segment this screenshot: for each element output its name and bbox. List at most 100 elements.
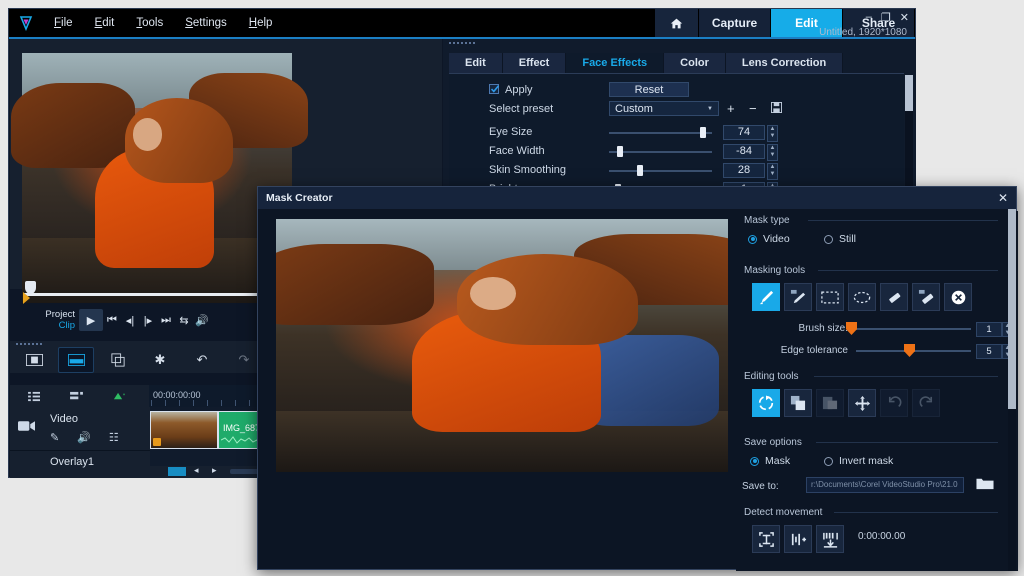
- clear-mask-icon[interactable]: [944, 283, 972, 311]
- skin-smoothing-spinner[interactable]: ▲ ▼: [767, 163, 778, 180]
- track-header-video[interactable]: Video ✎ 🔊 ☷: [10, 407, 150, 451]
- menu-settings[interactable]: Settings: [174, 9, 238, 37]
- track-header-overlay1[interactable]: Overlay1: [10, 451, 150, 478]
- options-scrollbar-thumb[interactable]: [905, 75, 913, 111]
- edge-tolerance-value[interactable]: 5: [976, 344, 1002, 359]
- face-width-spinner[interactable]: ▲ ▼: [767, 144, 778, 161]
- menu-tools[interactable]: Tools: [125, 9, 174, 37]
- reset-button[interactable]: Reset: [609, 82, 689, 97]
- chevron-down-icon[interactable]: ▼: [707, 106, 713, 112]
- face-width-value[interactable]: -84: [723, 144, 765, 159]
- transform-icon[interactable]: [752, 389, 780, 417]
- eye-size-label: Eye Size: [489, 126, 533, 138]
- tools-icon[interactable]: ✱: [142, 347, 178, 373]
- options-tab-edit[interactable]: Edit: [449, 53, 503, 73]
- close-icon[interactable]: ✕: [998, 191, 1008, 205]
- volume-button[interactable]: 🔊: [193, 311, 211, 329]
- eye-size-spinner[interactable]: ▲ ▼: [767, 125, 778, 142]
- options-tab-effect[interactable]: Effect: [502, 53, 567, 73]
- paste-icon[interactable]: [816, 389, 844, 417]
- options-tab-lens-correction[interactable]: Lens Correction: [725, 53, 844, 73]
- undo-icon[interactable]: ↶: [184, 347, 220, 373]
- restore-icon[interactable]: ❐: [881, 11, 891, 24]
- mask-dialog-titlebar[interactable]: Mask Creator: [258, 187, 1016, 209]
- scrubber-trim-marker[interactable]: [23, 292, 30, 304]
- storyboard-view-button[interactable]: [16, 347, 52, 373]
- timeline-clip-image[interactable]: [150, 411, 218, 449]
- face-width-track[interactable]: [609, 151, 712, 153]
- apply-checkbox[interactable]: [489, 84, 499, 94]
- save-mask-radio[interactable]: Mask: [750, 455, 790, 467]
- close-icon[interactable]: ✕: [900, 11, 909, 24]
- scroll-left-icon[interactable]: ◂: [194, 465, 199, 476]
- smart-eraser-icon[interactable]: [912, 283, 940, 311]
- apply-detect-icon[interactable]: [816, 525, 844, 553]
- eye-size-track[interactable]: [609, 132, 712, 134]
- ellipse-select-icon[interactable]: [848, 283, 876, 311]
- edit-icon[interactable]: ✎: [50, 431, 59, 444]
- go-to-end-button[interactable]: ⏭: [157, 311, 175, 329]
- redo-icon[interactable]: [912, 389, 940, 417]
- slider-row-skin-smoothing: Skin Smoothing 28 ▲ ▼: [457, 162, 897, 180]
- track-manager-icon[interactable]: [16, 383, 52, 409]
- options-tab-face-effects[interactable]: Face Effects: [566, 53, 665, 73]
- copy-icon[interactable]: [784, 389, 812, 417]
- detect-movement-title: Detect movement: [744, 507, 823, 518]
- smart-brush-icon[interactable]: [784, 283, 812, 311]
- move-icon[interactable]: [848, 389, 876, 417]
- dialog-scrollbar-thumb[interactable]: [1008, 209, 1016, 409]
- brush-icon[interactable]: [752, 283, 780, 311]
- markers-icon[interactable]: [58, 383, 94, 409]
- face-width-label: Face Width: [489, 145, 545, 157]
- loop-button[interactable]: ⇆: [175, 311, 193, 329]
- add-preset-icon[interactable]: +: [727, 101, 735, 116]
- eye-size-value[interactable]: 74: [723, 125, 765, 140]
- home-button[interactable]: [655, 9, 699, 37]
- eraser-icon[interactable]: [880, 283, 908, 311]
- brush-size-value[interactable]: 1: [976, 322, 1002, 337]
- volume-icon[interactable]: 🔊: [77, 431, 91, 444]
- play-button[interactable]: ▶: [79, 309, 103, 331]
- scroll-right-icon[interactable]: ▸: [212, 465, 217, 476]
- menu-edit[interactable]: Edit: [84, 9, 126, 37]
- face-width-thumb[interactable]: [617, 146, 623, 157]
- preview-scrubber[interactable]: [23, 281, 287, 304]
- clip-label[interactable]: Clip: [23, 320, 75, 331]
- next-frame-button[interactable]: |▸: [139, 311, 157, 329]
- tab-capture[interactable]: Capture: [699, 9, 771, 37]
- previous-frame-button[interactable]: ◂|: [121, 311, 139, 329]
- project-label[interactable]: Project: [23, 309, 75, 320]
- project-clip-toggle[interactable]: Project Clip: [23, 309, 79, 331]
- fx-icon[interactable]: ☷: [109, 431, 119, 444]
- save-path-field[interactable]: r:\Documents\Corel VideoStudio Pro\21.0: [806, 477, 964, 493]
- detect-range-icon[interactable]: [784, 525, 812, 553]
- go-to-start-button[interactable]: ⏮: [103, 311, 121, 329]
- timeline-zoom-indicator[interactable]: [168, 467, 186, 476]
- eye-size-thumb[interactable]: [700, 127, 706, 138]
- mask-preview-image[interactable]: [276, 219, 728, 472]
- folder-icon[interactable]: [976, 476, 994, 491]
- undo-icon[interactable]: [880, 389, 908, 417]
- invert-mask-radio[interactable]: Invert mask: [824, 455, 893, 467]
- skin-smoothing-value[interactable]: 28: [723, 163, 765, 178]
- remove-preset-icon[interactable]: −: [749, 101, 757, 116]
- timeline-view-button[interactable]: [58, 347, 94, 373]
- save-preset-icon[interactable]: [771, 102, 782, 113]
- menu-help[interactable]: Help: [238, 9, 284, 37]
- mask-type-video-radio[interactable]: Video: [748, 233, 790, 245]
- detect-frame-icon[interactable]: [752, 525, 780, 553]
- skin-smoothing-track[interactable]: [609, 170, 712, 172]
- add-marker-icon[interactable]: [100, 383, 136, 409]
- detect-movement-time[interactable]: 0:00:00.00: [858, 531, 905, 542]
- mix-view-button[interactable]: [100, 347, 136, 373]
- edge-tolerance-thumb[interactable]: [904, 344, 915, 357]
- preview-image[interactable]: [11, 53, 309, 303]
- brush-size-track[interactable]: [856, 328, 971, 330]
- mask-type-still-radio[interactable]: Still: [824, 233, 856, 245]
- options-tab-color[interactable]: Color: [664, 53, 726, 73]
- preset-dropdown[interactable]: Custom: [609, 101, 719, 116]
- skin-smoothing-thumb[interactable]: [637, 165, 643, 176]
- rectangle-select-icon[interactable]: [816, 283, 844, 311]
- minimize-icon[interactable]: –: [866, 11, 872, 24]
- menu-file[interactable]: FFileile: [43, 9, 84, 37]
